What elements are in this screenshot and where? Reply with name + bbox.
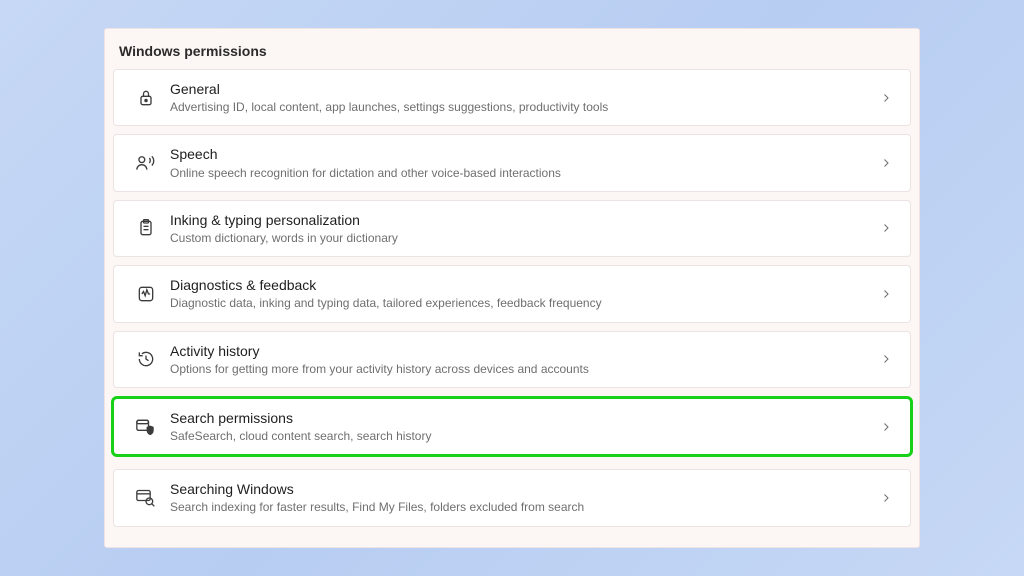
- row-searching-windows[interactable]: Searching Windows Search indexing for fa…: [113, 469, 911, 526]
- row-text: General Advertising ID, local content, a…: [164, 80, 880, 115]
- row-search-permissions[interactable]: Search permissions SafeSearch, cloud con…: [113, 398, 911, 455]
- row-text: Inking & typing personalization Custom d…: [164, 211, 880, 246]
- chevron-right-icon: [880, 288, 892, 300]
- row-desc: Advertising ID, local content, app launc…: [170, 99, 880, 115]
- row-text: Searching Windows Search indexing for fa…: [164, 480, 880, 515]
- chevron-right-icon: [880, 492, 892, 504]
- row-activity-history[interactable]: Activity history Options for getting mor…: [113, 331, 911, 388]
- speech-icon: [128, 153, 164, 173]
- row-title: Inking & typing personalization: [170, 211, 880, 229]
- chevron-right-icon: [880, 421, 892, 433]
- chevron-right-icon: [880, 222, 892, 234]
- row-title: Speech: [170, 145, 880, 163]
- row-general[interactable]: General Advertising ID, local content, a…: [113, 69, 911, 126]
- row-text: Diagnostics & feedback Diagnostic data, …: [164, 276, 880, 311]
- search-shield-icon: [128, 417, 164, 437]
- search-windows-icon: [128, 488, 164, 508]
- row-desc: Diagnostic data, inking and typing data,…: [170, 295, 880, 311]
- chevron-right-icon: [880, 157, 892, 169]
- diagnostics-icon: [128, 284, 164, 304]
- chevron-right-icon: [880, 353, 892, 365]
- row-desc: Options for getting more from your activ…: [170, 361, 880, 377]
- row-title: General: [170, 80, 880, 98]
- row-title: Activity history: [170, 342, 880, 360]
- row-title: Diagnostics & feedback: [170, 276, 880, 294]
- row-title: Searching Windows: [170, 480, 880, 498]
- row-desc: Online speech recognition for dictation …: [170, 165, 880, 181]
- row-desc: SafeSearch, cloud content search, search…: [170, 428, 880, 444]
- row-speech[interactable]: Speech Online speech recognition for dic…: [113, 134, 911, 191]
- row-text: Search permissions SafeSearch, cloud con…: [164, 409, 880, 444]
- section-title: Windows permissions: [113, 37, 911, 69]
- lock-icon: [128, 88, 164, 108]
- history-icon: [128, 349, 164, 369]
- row-text: Activity history Options for getting mor…: [164, 342, 880, 377]
- row-desc: Custom dictionary, words in your diction…: [170, 230, 880, 246]
- row-diagnostics-feedback[interactable]: Diagnostics & feedback Diagnostic data, …: [113, 265, 911, 322]
- row-desc: Search indexing for faster results, Find…: [170, 499, 880, 515]
- windows-permissions-panel: Windows permissions General Advertising …: [104, 28, 920, 548]
- chevron-right-icon: [880, 92, 892, 104]
- clipboard-icon: [128, 218, 164, 238]
- row-inking-typing[interactable]: Inking & typing personalization Custom d…: [113, 200, 911, 257]
- row-title: Search permissions: [170, 409, 880, 427]
- row-text: Speech Online speech recognition for dic…: [164, 145, 880, 180]
